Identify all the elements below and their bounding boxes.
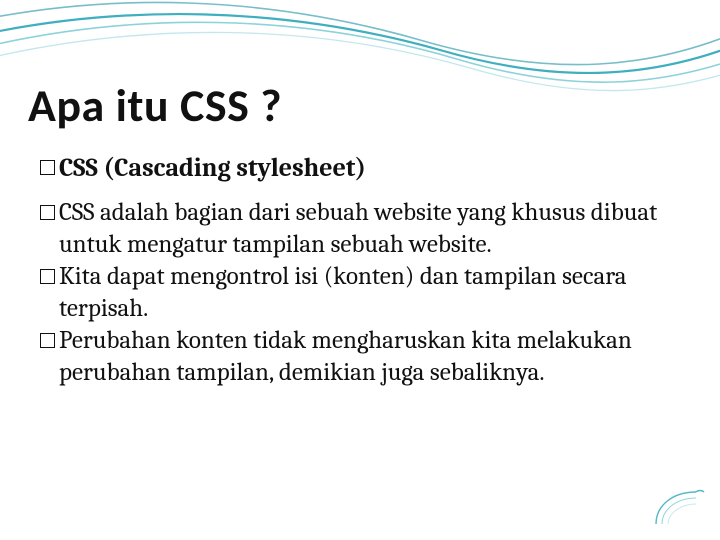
bullet-row: CSS adalah bagian dari sebuah website ya…: [40, 197, 660, 261]
bullet-text: Perubahan konten tidak mengharuskan kita…: [59, 325, 660, 389]
bullet-row: Kita dapat mengontrol isi (konten) dan t…: [40, 261, 660, 325]
square-bullet-icon: [40, 205, 55, 220]
corner-flourish-icon: [650, 480, 708, 530]
bullet-row: Perubahan konten tidak mengharuskan kita…: [40, 325, 660, 389]
subheading-row: CSS (Cascading stylesheet): [40, 152, 660, 185]
square-bullet-icon: [40, 333, 55, 348]
bullet-text: Kita dapat mengontrol isi (konten) dan t…: [59, 261, 660, 325]
slide-content: CSS (Cascading stylesheet) CSS adalah ba…: [40, 152, 660, 389]
square-bullet-icon: [40, 269, 55, 284]
square-bullet-icon: [40, 160, 55, 175]
slide-title: Apa itu CSS ?: [28, 78, 282, 134]
subheading-text: CSS (Cascading stylesheet): [59, 152, 366, 185]
bullet-text: CSS adalah bagian dari sebuah website ya…: [59, 197, 660, 261]
